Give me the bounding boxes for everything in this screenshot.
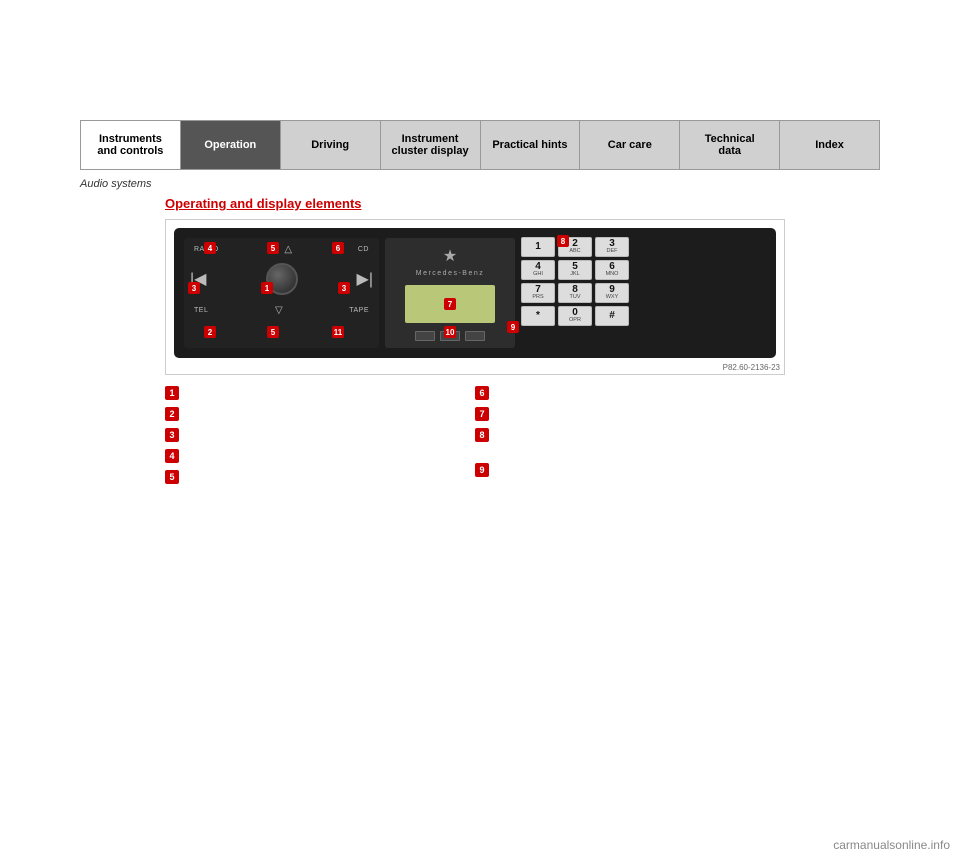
badge-1: 1 (261, 282, 273, 294)
navigation-bar: Instrumentsand controls Operation Drivin… (80, 120, 880, 170)
nav-instrument-cluster-display[interactable]: Instrumentcluster display (381, 121, 481, 169)
nav-instruments-controls[interactable]: Instrumentsand controls (81, 121, 181, 169)
key-4-ghi[interactable]: 4GHI (521, 260, 555, 280)
audio-unit-container: 4 5 6 3 1 3 2 5 11 RADIO △ CD |◀ ▶| TEL … (165, 219, 785, 375)
key-9-wxy[interactable]: 9WXY (595, 283, 629, 303)
cd-label: CD (358, 246, 369, 253)
badge-5-bottom: 5 (267, 326, 279, 338)
mercedes-star-logo: ★ (443, 246, 457, 266)
item-num-8: 8 (475, 428, 489, 442)
key-3-def[interactable]: 3DEF (595, 237, 629, 257)
list-item-3: 3 (165, 427, 475, 442)
bottom-btn-right[interactable] (465, 331, 485, 341)
key-0-opr[interactable]: 0OPR (558, 306, 592, 326)
key-1[interactable]: 1 (521, 237, 555, 257)
item-num-9: 9 (475, 463, 489, 477)
list-item-8: 8 (475, 427, 785, 442)
badge-6: 6 (332, 242, 344, 254)
bottom-btn-left[interactable] (415, 331, 435, 341)
item-num-7: 7 (475, 407, 489, 421)
badge-7: 7 (444, 298, 456, 310)
list-item-9: 9 (475, 462, 785, 477)
key-7-prs[interactable]: 7PRS (521, 283, 555, 303)
keypad: 1 2ABC 3DEF 4GHI 5JKL 6MNO 7PRS 8TUV 9WX… (521, 237, 629, 349)
next-arrow[interactable]: ▶| (357, 269, 373, 289)
item-num-4: 4 (165, 449, 179, 463)
control-panel: 4 5 6 3 1 3 2 5 11 RADIO △ CD |◀ ▶| TEL … (184, 238, 379, 348)
key-hash[interactable]: # (595, 306, 629, 326)
list-item-4: 4 (165, 448, 475, 463)
nav-practical-hints[interactable]: Practical hints (481, 121, 581, 169)
badge-3-left: 3 (188, 282, 200, 294)
key-star[interactable]: * (521, 306, 555, 326)
section-heading: Operating and display elements (165, 196, 880, 211)
badge-4: 4 (204, 242, 216, 254)
key-8-tuv[interactable]: 8TUV (558, 283, 592, 303)
brand-name: Mercedes-Benz (416, 270, 485, 277)
keypad-wrapper: 8 9 1 2ABC 3DEF 4GHI 5JKL 6MNO 7PRS 8TUV… (521, 237, 629, 349)
breadcrumb: Audio systems (80, 178, 880, 190)
item-num-1: 1 (165, 386, 179, 400)
nav-driving[interactable]: Driving (281, 121, 381, 169)
badge-9: 9 (507, 321, 519, 333)
nav-operation[interactable]: Operation (181, 121, 281, 169)
item-col-1: 1 2 3 4 5 (165, 385, 475, 490)
display-screen: 7 (405, 285, 495, 323)
tape-label: TAPE (349, 307, 369, 314)
tel-label: TEL (194, 307, 208, 314)
badge-10: 10 (444, 326, 456, 338)
bottom-buttons: 10 (415, 331, 485, 341)
badge-8: 8 (557, 235, 569, 247)
down-triangle-icon: ▽ (275, 305, 283, 316)
nav-index[interactable]: Index (780, 121, 879, 169)
list-item-6: 6 (475, 385, 785, 400)
item-num-5: 5 (165, 470, 179, 484)
list-item-1: 1 (165, 385, 475, 400)
item-num-6: 6 (475, 386, 489, 400)
audio-unit: 4 5 6 3 1 3 2 5 11 RADIO △ CD |◀ ▶| TEL … (174, 228, 776, 358)
list-item-7: 7 (475, 406, 785, 421)
key-6-mno[interactable]: 6MNO (595, 260, 629, 280)
ctrl-bottom-row: TEL ▽ TAPE (184, 299, 379, 316)
ctrl-middle-row: |◀ ▶| (184, 259, 379, 299)
reference-number: P82.60-2136-23 (723, 363, 780, 372)
item-num-3: 3 (165, 428, 179, 442)
watermark: carmanualsonline.info (833, 838, 950, 852)
item-num-2: 2 (165, 407, 179, 421)
item-col-2: 6 7 8 9 (475, 385, 785, 490)
nav-technical-data[interactable]: Technicaldata (680, 121, 780, 169)
triangle-icon: △ (284, 244, 292, 255)
list-item-2: 2 (165, 406, 475, 421)
badge-11: 11 (332, 326, 344, 338)
badge-3-right: 3 (338, 282, 350, 294)
key-5-jkl[interactable]: 5JKL (558, 260, 592, 280)
bottom-btn-middle[interactable]: 10 (440, 331, 460, 341)
logo-display-panel: ★ Mercedes-Benz 7 10 (385, 238, 515, 348)
nav-car-care[interactable]: Car care (580, 121, 680, 169)
item-list: 1 2 3 4 5 6 7 8 (165, 385, 785, 490)
badge-5-top: 5 (267, 242, 279, 254)
badge-2: 2 (204, 326, 216, 338)
list-item-5: 5 (165, 469, 475, 484)
